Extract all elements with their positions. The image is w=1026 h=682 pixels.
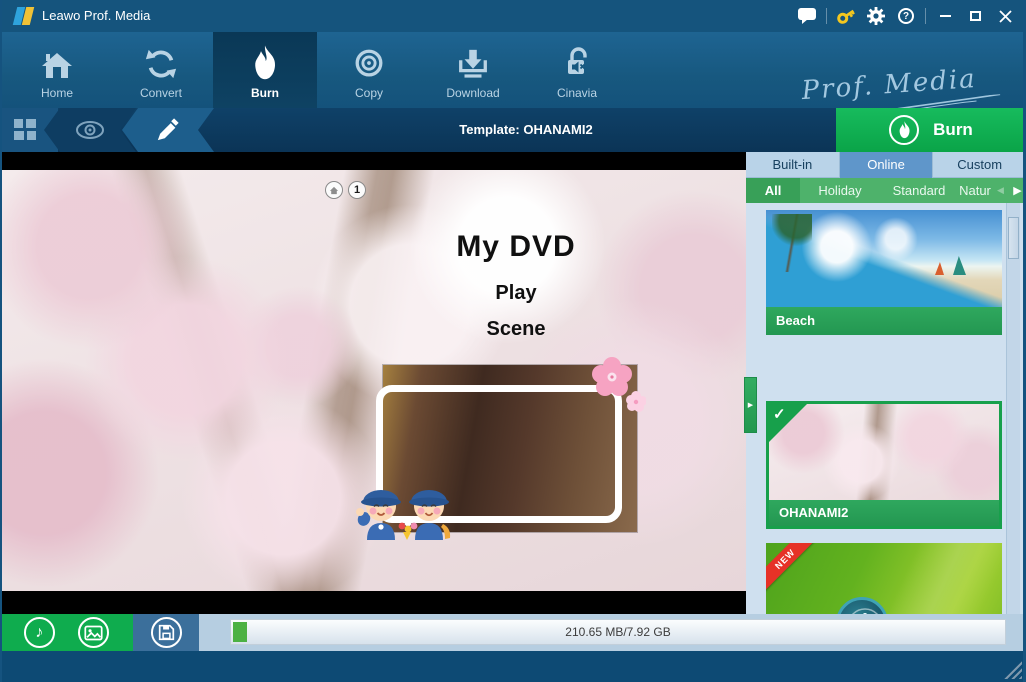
tab-built-in[interactable]: Built-in [746, 152, 840, 178]
template-card-ohanami2[interactable]: ✓ OHANAMI2 [766, 401, 1002, 529]
template-name: OHANAMI2 [769, 500, 999, 526]
clock-decoration [836, 597, 888, 614]
burn-button-label: Burn [933, 120, 973, 140]
help-icon[interactable]: ? [891, 0, 921, 32]
titlebar-controls: ? [792, 0, 1020, 32]
window-title: Leawo Prof. Media [42, 8, 150, 23]
nav-item-burn[interactable]: Burn [213, 32, 317, 108]
cartoon-kids-decoration [350, 462, 464, 542]
menu-scene-item[interactable]: Scene [366, 318, 666, 341]
nav-item-home[interactable]: Home [5, 32, 109, 108]
app-window: Leawo Prof. Media ? [0, 0, 1026, 682]
arrow-right-icon: ▶ [748, 401, 753, 409]
template-category-bar: All Holiday Standard Natur ◀ ▶ [746, 178, 1026, 203]
cinavia-lock-icon [560, 41, 594, 81]
download-icon [456, 41, 490, 81]
nav-item-label: Home [41, 86, 73, 100]
nav-item-label: Download [446, 86, 499, 100]
tab-custom[interactable]: Custom [933, 152, 1026, 178]
nav-item-label: Copy [355, 86, 383, 100]
convert-icon [143, 41, 179, 81]
disc-capacity-zone: 210.65 MB/7.92 GB [199, 614, 1026, 651]
nav-item-convert[interactable]: Convert [109, 32, 213, 108]
main-nav: Home Convert Burn Copy Download [0, 32, 1026, 108]
template-card-backschool[interactable]: NEW BackSchool [766, 543, 1002, 614]
disc-capacity-text: 210.65 MB/7.92 GB [231, 620, 1005, 646]
scrollbar-thumb[interactable] [1008, 217, 1019, 259]
category-nature[interactable]: Natur [958, 178, 992, 203]
menu-play-item[interactable]: Play [366, 282, 666, 305]
nav-item-label: Burn [251, 86, 279, 100]
status-strip [0, 651, 1026, 682]
current-template-label: Template: OHANAMI2 [216, 108, 836, 152]
tab-online[interactable]: Online [840, 152, 934, 178]
menu-title-text[interactable]: My DVD [366, 230, 666, 264]
save-section [133, 614, 199, 651]
template-name: Beach [766, 307, 1002, 335]
template-list: Beach ✓ OHANAMI2 NEW BackSchool [746, 203, 1026, 614]
eye-icon [75, 120, 105, 140]
pencil-icon [156, 118, 180, 142]
menu-page-indicator[interactable]: 1 [348, 181, 366, 199]
app-logo-icon [13, 7, 35, 25]
template-card-beach[interactable]: Beach [766, 210, 1002, 335]
maximize-button[interactable] [960, 0, 990, 32]
sidebar-collapse-handle[interactable]: ▶ [744, 377, 757, 433]
background-image-button[interactable] [78, 617, 109, 648]
menu-media-buttons: ♪ [0, 614, 133, 651]
divider [826, 8, 827, 24]
category-scroll-left-icon[interactable]: ◀ [992, 185, 1009, 196]
home-icon [40, 41, 74, 81]
nav-item-label: Cinavia [557, 86, 597, 100]
template-thumbnail [766, 210, 1002, 307]
save-disk-icon [158, 624, 175, 641]
template-grid-icon[interactable] [13, 118, 37, 147]
settings-gear-icon[interactable] [861, 0, 891, 32]
minimize-button[interactable] [930, 0, 960, 32]
register-key-icon[interactable] [831, 0, 861, 32]
window-border-left [0, 0, 2, 682]
menu-home-button[interactable] [325, 181, 343, 199]
home-icon [329, 186, 339, 195]
resize-grip[interactable] [1004, 661, 1022, 679]
music-note-icon: ♪ [35, 624, 43, 642]
image-icon [84, 625, 103, 641]
bottom-toolbar: ♪ 210.65 MB/7.92 GB [0, 614, 1026, 651]
template-sidebar: Built-in Online Custom All Holiday Stand… [746, 152, 1026, 614]
check-icon: ✓ [773, 405, 786, 423]
burn-button[interactable]: Burn [836, 108, 1026, 152]
template-source-tabs: Built-in Online Custom [746, 152, 1026, 178]
feedback-icon[interactable] [792, 0, 822, 32]
nav-item-copy[interactable]: Copy [317, 32, 421, 108]
sailboat-decoration [953, 256, 966, 275]
title-bar: Leawo Prof. Media ? [0, 0, 1026, 32]
disc-capacity-bar: 210.65 MB/7.92 GB [230, 619, 1006, 645]
sailboat-decoration [935, 262, 944, 275]
edit-toolbar: Template: OHANAMI2 Burn [0, 108, 1026, 152]
burn-flame-icon [889, 115, 919, 145]
sidebar-scrollbar[interactable] [1006, 203, 1020, 614]
dvd-menu-preview: 1 My DVD Play Scene [0, 152, 746, 614]
sakura-flower-decoration [576, 356, 646, 412]
template-thumbnail [769, 404, 999, 500]
edit-mode-button[interactable] [122, 108, 214, 152]
category-all[interactable]: All [746, 178, 800, 203]
nav-item-cinavia[interactable]: Cinavia [525, 32, 629, 108]
close-button[interactable] [990, 0, 1020, 32]
divider [925, 8, 926, 24]
burn-flame-icon [250, 41, 280, 81]
category-standard[interactable]: Standard [880, 178, 958, 203]
nav-item-label: Convert [140, 86, 182, 100]
disc-copy-icon [352, 41, 386, 81]
nav-item-download[interactable]: Download [421, 32, 525, 108]
background-music-button[interactable]: ♪ [24, 617, 55, 648]
category-holiday[interactable]: Holiday [800, 178, 880, 203]
save-template-button[interactable] [151, 617, 182, 648]
palm-tree-decoration [772, 214, 812, 272]
